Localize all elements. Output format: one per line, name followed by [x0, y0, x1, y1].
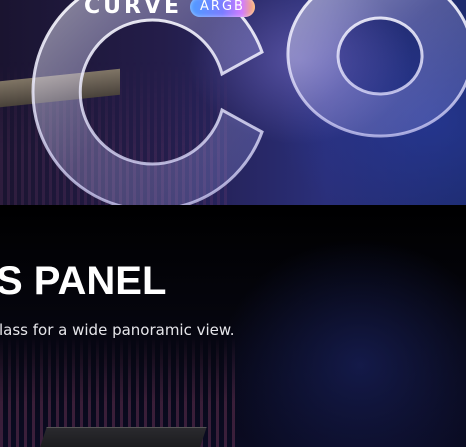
hero-banner: CURVE ARGB: [0, 0, 466, 205]
glass-letter-c: [31, 0, 264, 205]
feature-description: lass for a wide panoramic view.: [0, 321, 235, 339]
feature-section: S PANEL lass for a wide panoramic view.: [0, 205, 466, 447]
feature-headline: S PANEL: [0, 259, 167, 303]
argb-badge: ARGB: [190, 0, 255, 17]
glass-letter-o: [286, 0, 466, 138]
pc-case-image: [33, 427, 207, 447]
glass-letters-graphic: [31, 0, 466, 205]
product-page: CURVE ARGB S PANEL lass for a wide panor…: [0, 0, 466, 447]
logo-wordmark: CURVE: [84, 0, 183, 19]
product-logo: CURVE ARGB: [84, 0, 255, 19]
